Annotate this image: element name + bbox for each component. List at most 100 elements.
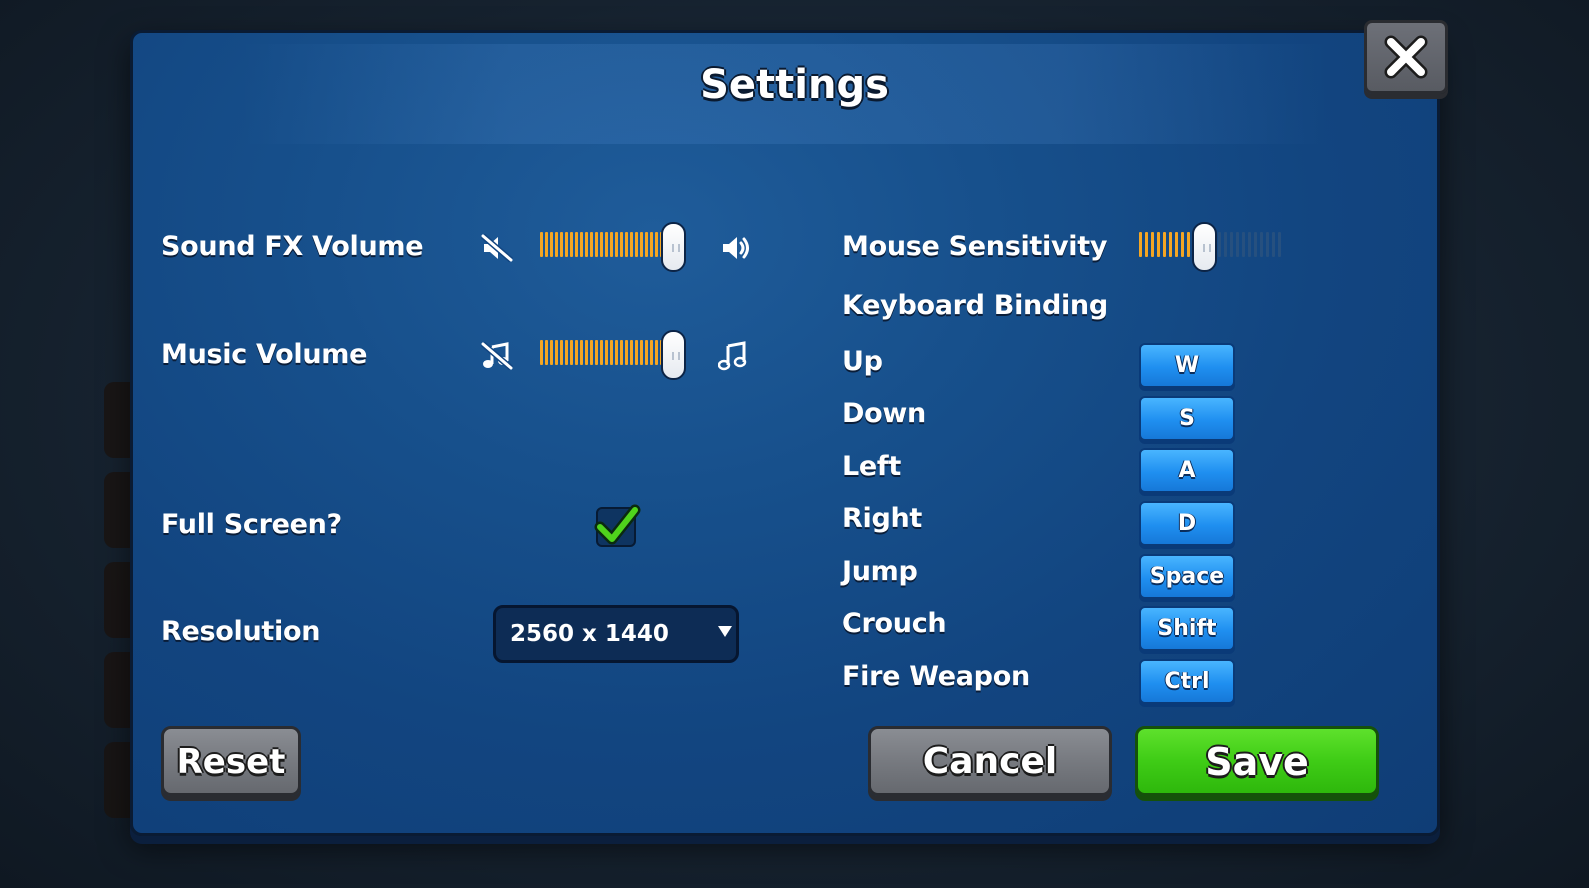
slider-tick [550,232,553,257]
key-binding-up[interactable]: W [1139,343,1235,388]
sound-fx-label: Sound FX Volume [161,231,424,262]
slider-tick [565,232,568,257]
key-binding-right[interactable]: D [1139,501,1235,546]
slider-tick [565,340,568,365]
slider-tick [560,340,563,365]
slider-tick [635,340,638,365]
slider-tick [620,232,623,257]
dialog-title: Settings [700,62,889,108]
slider-tick [580,340,583,365]
keyboard-binding-heading: Keyboard Binding [842,290,1108,321]
slider-tick [605,232,608,257]
slider-tick [640,232,643,257]
slider-tick [1277,232,1281,257]
mouse-sensitivity-label: Mouse Sensitivity [842,231,1108,262]
slider-tick [620,340,623,365]
fullscreen-label: Full Screen? [161,509,342,540]
slider-tick [615,232,618,257]
speaker-icon[interactable] [720,232,752,264]
key-binding-left[interactable]: A [1139,448,1235,493]
resolution-value: 2560 x 1440 [510,621,669,647]
slider-tick [650,232,653,257]
slider-tick [1241,232,1245,257]
save-button[interactable]: Save [1135,726,1379,796]
slider-tick [570,340,573,365]
slider-tick [655,232,658,257]
slider-tick [600,232,603,257]
music-volume-label: Music Volume [161,339,368,370]
slider-tick [1271,232,1275,257]
binding-action-left: Left [842,451,901,482]
slider-tick [570,232,573,257]
slider-tick [1217,232,1221,257]
slider-tick [550,340,553,365]
slider-tick [645,340,648,365]
chevron-down-icon [718,626,732,637]
speaker-muted-icon[interactable] [480,232,514,264]
slider-tick [575,232,578,257]
slider-tick [1157,232,1161,257]
music-volume-slider[interactable] [540,330,710,380]
slider-tick [1169,232,1173,257]
slider-tick [580,232,583,257]
music-muted-icon[interactable] [480,340,514,372]
settings-dialog [130,30,1440,836]
slider-tick [590,340,593,365]
slider-tick [1181,232,1185,257]
key-binding-jump[interactable]: Space [1139,554,1235,599]
sound-fx-slider[interactable] [540,222,710,272]
slider-tick [1139,232,1142,257]
fullscreen-checkbox[interactable] [594,504,641,547]
slider-tick [640,340,643,365]
resolution-label: Resolution [161,616,321,647]
slider-tick [595,232,598,257]
slider-tick [555,232,558,257]
slider-tick [610,232,613,257]
slider-tick [1223,232,1227,257]
cancel-button[interactable]: Cancel [868,726,1112,796]
slider-tick [590,232,593,257]
key-binding-down[interactable]: S [1139,396,1235,441]
reset-button[interactable]: Reset [161,726,301,796]
slider-tick [630,232,633,257]
slider-thumb[interactable] [661,330,686,380]
slider-thumb[interactable] [1192,222,1218,272]
slider-tick [540,340,543,365]
slider-tick [1163,232,1167,257]
slider-tick [625,232,628,257]
slider-tick [585,340,588,365]
slider-thumb[interactable] [661,222,686,272]
slider-tick [635,232,638,257]
binding-action-right: Right [842,503,923,534]
slider-tick [560,232,563,257]
slider-tick [1265,232,1269,257]
slider-tick [585,232,588,257]
slider-tick [650,340,653,365]
slider-tick [1151,232,1155,257]
slider-tick [1259,232,1263,257]
binding-action-up: Up [842,346,883,377]
slider-tick [1235,232,1239,257]
key-binding-fire-weapon[interactable]: Ctrl [1139,659,1235,704]
slider-tick [615,340,618,365]
resolution-dropdown[interactable]: 2560 x 1440 [493,605,739,663]
slider-tick [540,232,543,257]
slider-tick [1145,232,1149,257]
slider-tick [555,340,558,365]
close-button[interactable] [1364,20,1448,94]
music-note-icon[interactable] [718,340,748,372]
slider-tick [655,340,658,365]
slider-tick [575,340,578,365]
close-icon [1384,35,1428,79]
binding-action-jump: Jump [842,556,918,587]
slider-tick [1187,232,1191,257]
checkmark-icon [594,504,641,545]
slider-tick [545,340,548,365]
binding-action-crouch: Crouch [842,608,947,639]
slider-tick [610,340,613,365]
slider-tick [645,232,648,257]
binding-action-fire-weapon: Fire Weapon [842,661,1030,692]
slider-tick [1175,232,1179,257]
mouse-sensitivity-slider[interactable] [1139,222,1289,272]
key-binding-crouch[interactable]: Shift [1139,606,1235,651]
